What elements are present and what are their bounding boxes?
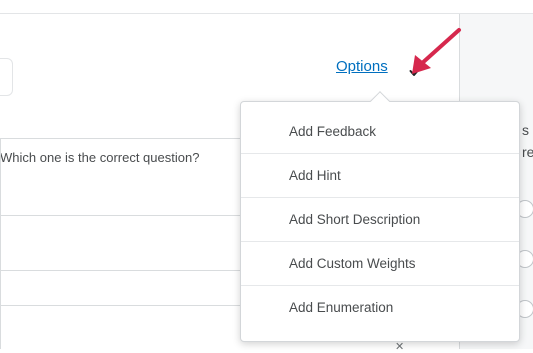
options-link[interactable]: Options xyxy=(336,58,388,75)
right-panel-text-fragment: s i xyxy=(522,122,533,138)
menu-item-add-feedback[interactable]: Add Feedback xyxy=(241,110,519,154)
title-input-edge[interactable] xyxy=(0,58,13,96)
menu-item-add-short-description[interactable]: Add Short Description xyxy=(241,198,519,242)
field-left-edge xyxy=(0,138,1,349)
menu-item-add-hint[interactable]: Add Hint xyxy=(241,154,519,198)
right-panel-text-fragment: re xyxy=(522,144,533,160)
annotation-arrow-icon xyxy=(412,28,461,74)
menu-item-add-custom-weights[interactable]: Add Custom Weights xyxy=(241,242,519,286)
question-prompt-text[interactable]: Which one is the correct question? xyxy=(0,150,199,165)
menu-item-add-enumeration[interactable]: Add Enumeration xyxy=(241,286,519,330)
options-dropdown-menu: Add Feedback Add Hint Add Short Descript… xyxy=(240,101,520,342)
